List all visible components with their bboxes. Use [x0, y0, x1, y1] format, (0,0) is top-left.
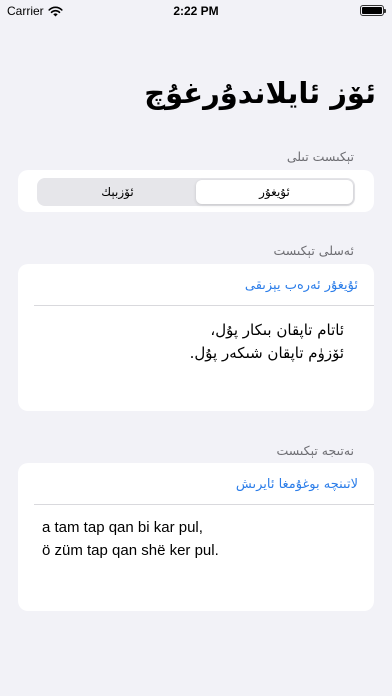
language-segmented-control: ئۆزبېك ئۇيغۇر — [37, 178, 355, 206]
result-text-line: a tam tap qan bi kar pul, — [42, 519, 203, 536]
result-syllabify-button[interactable]: لاتىنچە بوغۇمغا ئايرىش — [236, 477, 358, 492]
result-text-line: ö züm tap qan shë ker pul. — [42, 542, 219, 559]
battery-icon — [360, 5, 386, 16]
segment-uzbek[interactable]: ئۆزبېك — [39, 180, 196, 204]
divider — [34, 504, 374, 505]
language-section-header: تېكىست تىلى — [286, 149, 354, 164]
source-script-button[interactable]: ئۇيغۇر ئەرەب يېزىقى — [245, 278, 358, 293]
result-section-header: نەتىجە تېكىست — [276, 443, 354, 458]
result-card: لاتىنچە بوغۇمغا ئايرىش a tam tap qan bi … — [18, 463, 374, 611]
status-time: 2:22 PM — [173, 4, 219, 18]
result-text-area[interactable]: a tam tap qan bi kar pul, ö züm tap qan … — [42, 516, 219, 562]
segment-uyghur[interactable]: ئۇيغۇر — [196, 180, 353, 204]
source-text-area[interactable]: ئاتام تاپقان بىكار پۇل، ئۆزۈم تاپقان شىك… — [190, 319, 344, 365]
source-text-line: ئاتام تاپقان بىكار پۇل، — [210, 321, 344, 339]
source-card: ئۇيغۇر ئەرەب يېزىقى ئاتام تاپقان بىكار پ… — [18, 264, 374, 411]
language-card: ئۆزبېك ئۇيغۇر — [18, 170, 374, 212]
page-title: ئۆز ئايلاندۇرغۇچ — [144, 76, 376, 110]
source-text-line: ئۆزۈم تاپقان شىكەر پۇل. — [189, 344, 344, 362]
source-section-header: ئەسلى تېكىست — [273, 243, 354, 258]
divider — [34, 305, 374, 306]
status-bar: Carrier 2:22 PM — [0, 0, 392, 22]
